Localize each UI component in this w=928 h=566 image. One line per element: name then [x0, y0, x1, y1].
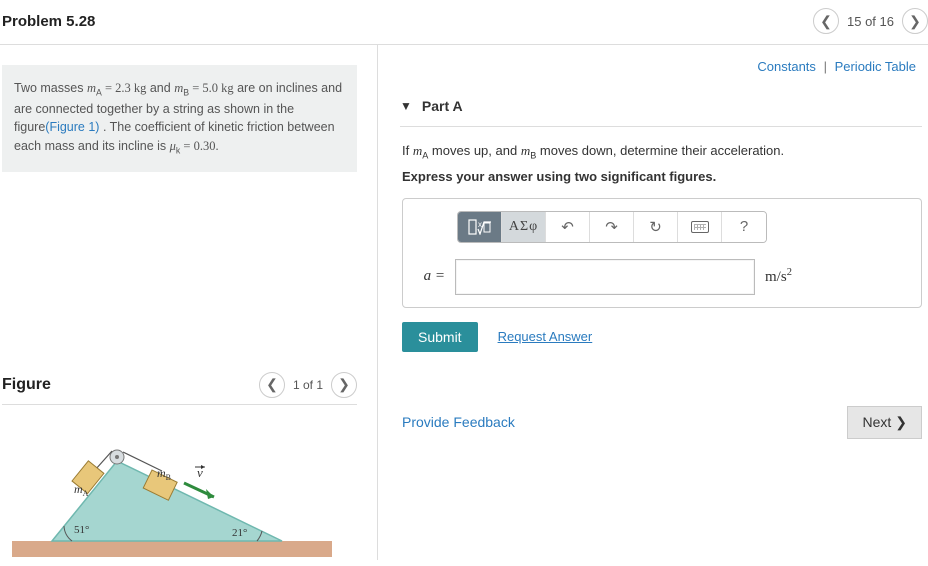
- reset-button[interactable]: ↻: [634, 212, 678, 242]
- submit-button[interactable]: Submit: [402, 322, 478, 352]
- instruction-text: Express your answer using two significan…: [402, 169, 922, 184]
- problem-statement: Two masses mA = 2.3 kg and mB = 5.0 kg a…: [2, 65, 357, 172]
- figure-link[interactable]: (Figure 1): [45, 120, 99, 134]
- keyboard-icon: [691, 221, 709, 233]
- equation-toolbar: x ΑΣφ ↶ ↷ ↻ ?: [457, 211, 767, 243]
- redo-icon: ↷: [605, 218, 618, 236]
- chevron-right-icon: ❯: [338, 376, 350, 393]
- periodic-table-link[interactable]: Periodic Table: [835, 59, 916, 74]
- keyboard-button[interactable]: [678, 212, 722, 242]
- caret-down-icon: ▼: [400, 99, 412, 113]
- var-mB: m: [174, 81, 183, 95]
- question-text: If mA moves up, and mB moves down, deter…: [402, 143, 922, 161]
- figure-pager-text: 1 of 1: [293, 378, 323, 392]
- answer-input[interactable]: [455, 259, 755, 295]
- angle-left-label: 51°: [74, 524, 89, 536]
- chevron-left-icon: ❮: [820, 13, 832, 30]
- help-button[interactable]: ?: [722, 212, 766, 242]
- figure-next-button[interactable]: ❯: [331, 372, 357, 398]
- svg-text:mB: mB: [157, 466, 171, 482]
- next-problem-button[interactable]: ❯: [902, 8, 928, 34]
- text: and: [146, 81, 174, 95]
- figure-image: 51° 21° mA: [2, 423, 342, 563]
- figure-prev-button[interactable]: ❮: [259, 372, 285, 398]
- next-button[interactable]: Next ❯: [847, 406, 922, 439]
- val-mB: = 5.0 kg: [189, 81, 234, 95]
- fraction-root-icon: x: [468, 219, 492, 235]
- undo-icon: ↶: [561, 218, 574, 236]
- pager: ❮ 15 of 16 ❯: [813, 8, 918, 34]
- separator: |: [824, 59, 827, 74]
- undo-button[interactable]: ↶: [546, 212, 590, 242]
- chevron-right-icon: ❯: [909, 13, 921, 30]
- svg-text:x: x: [478, 220, 482, 229]
- problem-title: Problem 5.28: [2, 13, 95, 30]
- val-mu: = 0.30.: [180, 139, 218, 153]
- prev-problem-button[interactable]: ❮: [813, 8, 839, 34]
- answer-unit: m/s2: [765, 267, 792, 286]
- answer-panel: x ΑΣφ ↶ ↷ ↻ ? a = m/s2: [402, 198, 922, 308]
- reset-icon: ↻: [649, 218, 662, 236]
- figure-heading: Figure: [2, 376, 51, 394]
- provide-feedback-link[interactable]: Provide Feedback: [402, 414, 515, 430]
- part-label: Part A: [422, 98, 463, 114]
- request-answer-link[interactable]: Request Answer: [498, 329, 593, 344]
- redo-button[interactable]: ↷: [590, 212, 634, 242]
- text: Two masses: [14, 81, 87, 95]
- chevron-left-icon: ❮: [266, 376, 278, 393]
- next-label: Next: [862, 414, 891, 430]
- greek-button[interactable]: ΑΣφ: [502, 212, 546, 242]
- chevron-right-icon: ❯: [895, 414, 907, 431]
- answer-variable-label: a =: [415, 268, 445, 285]
- angle-right-label: 21°: [232, 527, 247, 539]
- var-mA: m: [87, 81, 96, 95]
- constants-link[interactable]: Constants: [757, 59, 816, 74]
- val-mA: = 2.3 kg: [102, 81, 147, 95]
- part-header[interactable]: ▼ Part A: [400, 84, 922, 127]
- template-button[interactable]: x: [458, 212, 502, 242]
- top-links: Constants | Periodic Table: [400, 45, 922, 84]
- pager-text: 15 of 16: [847, 14, 894, 29]
